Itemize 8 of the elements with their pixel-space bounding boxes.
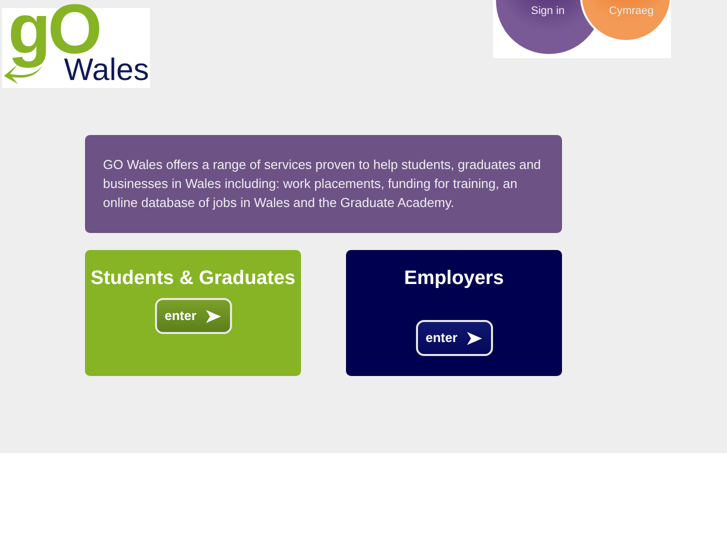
enter-button[interactable]: enter: [416, 320, 492, 356]
circle-link[interactable]: Sign in: [531, 5, 565, 18]
arrow-icon: [206, 310, 222, 322]
enter-button[interactable]: enter: [154, 298, 232, 334]
intro-text: GO Wales offers a range of services proven to help students, graduates and businesses in Wales including: work placements, funding for training, an online database of jobs in Wales and the Graduate Academy.: [85, 135, 562, 233]
section-title: Students & Graduates: [90, 266, 296, 290]
section-title: Employers: [404, 266, 504, 290]
arrow-icon: [467, 332, 482, 344]
